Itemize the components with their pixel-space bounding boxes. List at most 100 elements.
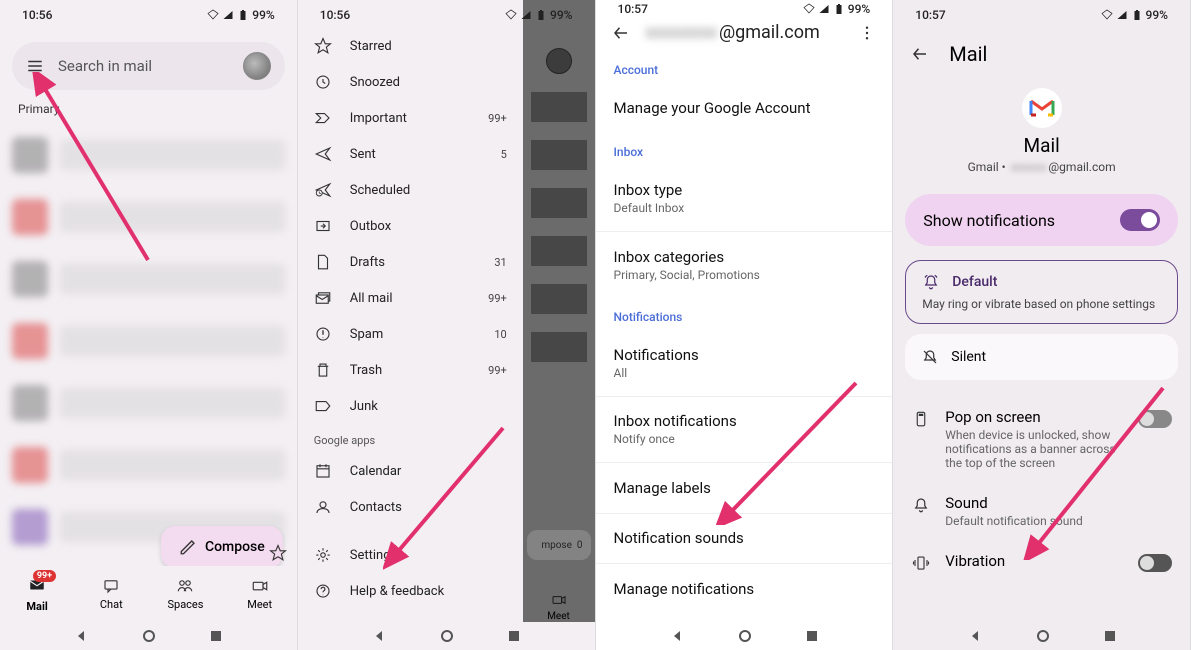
drawer-item-outbox[interactable]: Outbox <box>298 208 523 244</box>
nav-spaces[interactable]: Spaces <box>148 566 222 622</box>
mail-row[interactable] <box>12 372 285 434</box>
star-icon[interactable] <box>269 544 287 562</box>
signal-icon <box>818 3 830 15</box>
mail-row[interactable] <box>12 248 285 310</box>
drawer-item-calendar[interactable]: Calendar <box>298 453 523 489</box>
appbar-title: Mail <box>949 42 987 66</box>
count: 99+ <box>488 292 507 305</box>
mail-row[interactable] <box>12 310 285 372</box>
back-arrow-icon[interactable] <box>911 45 929 63</box>
switch-on-icon[interactable] <box>1120 209 1160 231</box>
back-icon[interactable] <box>372 629 386 643</box>
drawer-item-drafts[interactable]: Drafts 31 <box>298 244 523 280</box>
drawer-label: Trash <box>350 363 382 378</box>
drawer-item-starred[interactable]: Starred <box>298 28 523 64</box>
drawer-item-help[interactable]: Help & feedback <box>298 573 523 609</box>
item-vibration[interactable]: Vibration <box>893 542 1190 576</box>
option-default[interactable]: Default May ring or vibrate based on pho… <box>905 260 1178 324</box>
item-notification-sounds[interactable]: Notification sounds <box>596 517 893 559</box>
app-info: Mail Gmail • xxxxxx@gmail.com <box>893 78 1190 190</box>
item-manage-account[interactable]: Manage your Google Account <box>596 87 893 129</box>
item-manage-notifications[interactable]: Manage notifications <box>596 568 893 610</box>
toggle-label: Show notifications <box>923 211 1055 230</box>
switch-icon[interactable] <box>1138 554 1172 572</box>
recents-icon[interactable] <box>508 630 520 642</box>
app-bar: xxxxxxxx@gmail.com <box>596 18 893 47</box>
drawer-item-sent[interactable]: Sent 5 <box>298 136 523 172</box>
drawer-item-important[interactable]: Important 99+ <box>298 100 523 136</box>
section-google-apps: Google apps <box>298 424 523 453</box>
drawer-item-allmail[interactable]: All mail 99+ <box>298 280 523 316</box>
drawer-item-snoozed[interactable]: Snoozed <box>298 64 523 100</box>
home-icon[interactable] <box>440 629 454 643</box>
mail-row[interactable] <box>12 124 285 186</box>
more-icon[interactable] <box>858 24 876 42</box>
nav-mail[interactable]: 99+ Mail <box>0 566 74 622</box>
back-arrow-icon[interactable] <box>612 24 630 42</box>
battery-text: 99% <box>252 8 274 22</box>
recents-icon[interactable] <box>806 630 818 642</box>
item-sound[interactable]: Sound Default notification sound <box>893 484 1190 542</box>
important-icon <box>314 109 332 127</box>
wifi-icon <box>207 9 219 21</box>
item-title: Pop on screen <box>945 408 1124 426</box>
compose-label: Compose <box>205 539 265 555</box>
drawer-label: Sent <box>350 147 376 162</box>
nav-drawer: Starred Snoozed Important 99+ Sent 5 Sch… <box>298 0 523 650</box>
menu-icon[interactable] <box>26 57 44 75</box>
calendar-icon <box>314 462 332 480</box>
phone-icon <box>912 410 930 428</box>
item-notifications[interactable]: Notifications All <box>596 334 893 392</box>
home-icon[interactable] <box>738 629 752 643</box>
count: 99+ <box>488 364 507 377</box>
item-manage-labels[interactable]: Manage labels <box>596 467 893 509</box>
drawer-item-scheduled[interactable]: Scheduled <box>298 172 523 208</box>
drawer-label: Help & feedback <box>350 584 444 599</box>
drawer-item-settings[interactable]: Settings <box>298 537 523 573</box>
drawer-item-junk[interactable]: Junk <box>298 388 523 424</box>
search-bar[interactable]: Search in mail <box>12 42 285 90</box>
back-icon[interactable] <box>74 629 88 643</box>
nav-meet[interactable]: Meet <box>223 566 297 622</box>
nav-stub-label: Meet <box>547 611 570 622</box>
section-inbox: Inbox <box>596 129 893 169</box>
section-notifications: Notifications <box>596 294 893 334</box>
signal-icon <box>222 9 234 21</box>
item-title: Inbox categories <box>614 248 875 266</box>
back-icon[interactable] <box>670 629 684 643</box>
switch-off-icon[interactable] <box>1138 410 1172 428</box>
home-icon[interactable] <box>1036 629 1050 643</box>
show-notifications-toggle[interactable]: Show notifications <box>905 194 1178 246</box>
drawer-item-contacts[interactable]: Contacts <box>298 489 523 525</box>
mail-row[interactable] <box>12 186 285 248</box>
item-title: Vibration <box>945 552 1124 570</box>
option-silent[interactable]: Silent <box>905 334 1178 380</box>
back-icon[interactable] <box>968 629 982 643</box>
help-icon <box>314 582 332 600</box>
nav-label: Mail <box>26 600 47 613</box>
item-subtitle: Notify once <box>614 432 875 446</box>
mail-row[interactable] <box>12 434 285 496</box>
item-inbox-notifications[interactable]: Inbox notifications Notify once <box>596 400 893 458</box>
count: 10 <box>494 328 506 341</box>
compose-stub: mpose <box>541 540 572 551</box>
recents-icon[interactable] <box>210 630 222 642</box>
item-inbox-categories[interactable]: Inbox categories Primary, Social, Promot… <box>596 236 893 294</box>
badge: 99+ <box>33 570 56 582</box>
drawer-item-trash[interactable]: Trash 99+ <box>298 352 523 388</box>
screen-notification-settings: 10:57 99% Mail Mail Gmail • xxxxxx@gmail… <box>893 0 1191 650</box>
drawer-item-spam[interactable]: Spam 10 <box>298 316 523 352</box>
compose-button[interactable]: Compose <box>161 526 283 568</box>
item-inbox-type[interactable]: Inbox type Default Inbox <box>596 169 893 227</box>
nav-chat[interactable]: Chat <box>74 566 148 622</box>
item-pop-on-screen[interactable]: Pop on screen When device is unlocked, s… <box>893 398 1190 484</box>
account-avatar[interactable] <box>243 52 271 80</box>
app-bar: Mail <box>893 30 1190 78</box>
recents-icon[interactable] <box>1104 630 1116 642</box>
item-title: Manage notifications <box>614 580 875 598</box>
settings-icon <box>314 546 332 564</box>
home-icon[interactable] <box>142 629 156 643</box>
clock-text: 10:57 <box>915 8 945 22</box>
mail-list[interactable] <box>0 124 297 566</box>
option-description: May ring or vibrate based on phone setti… <box>922 297 1161 311</box>
